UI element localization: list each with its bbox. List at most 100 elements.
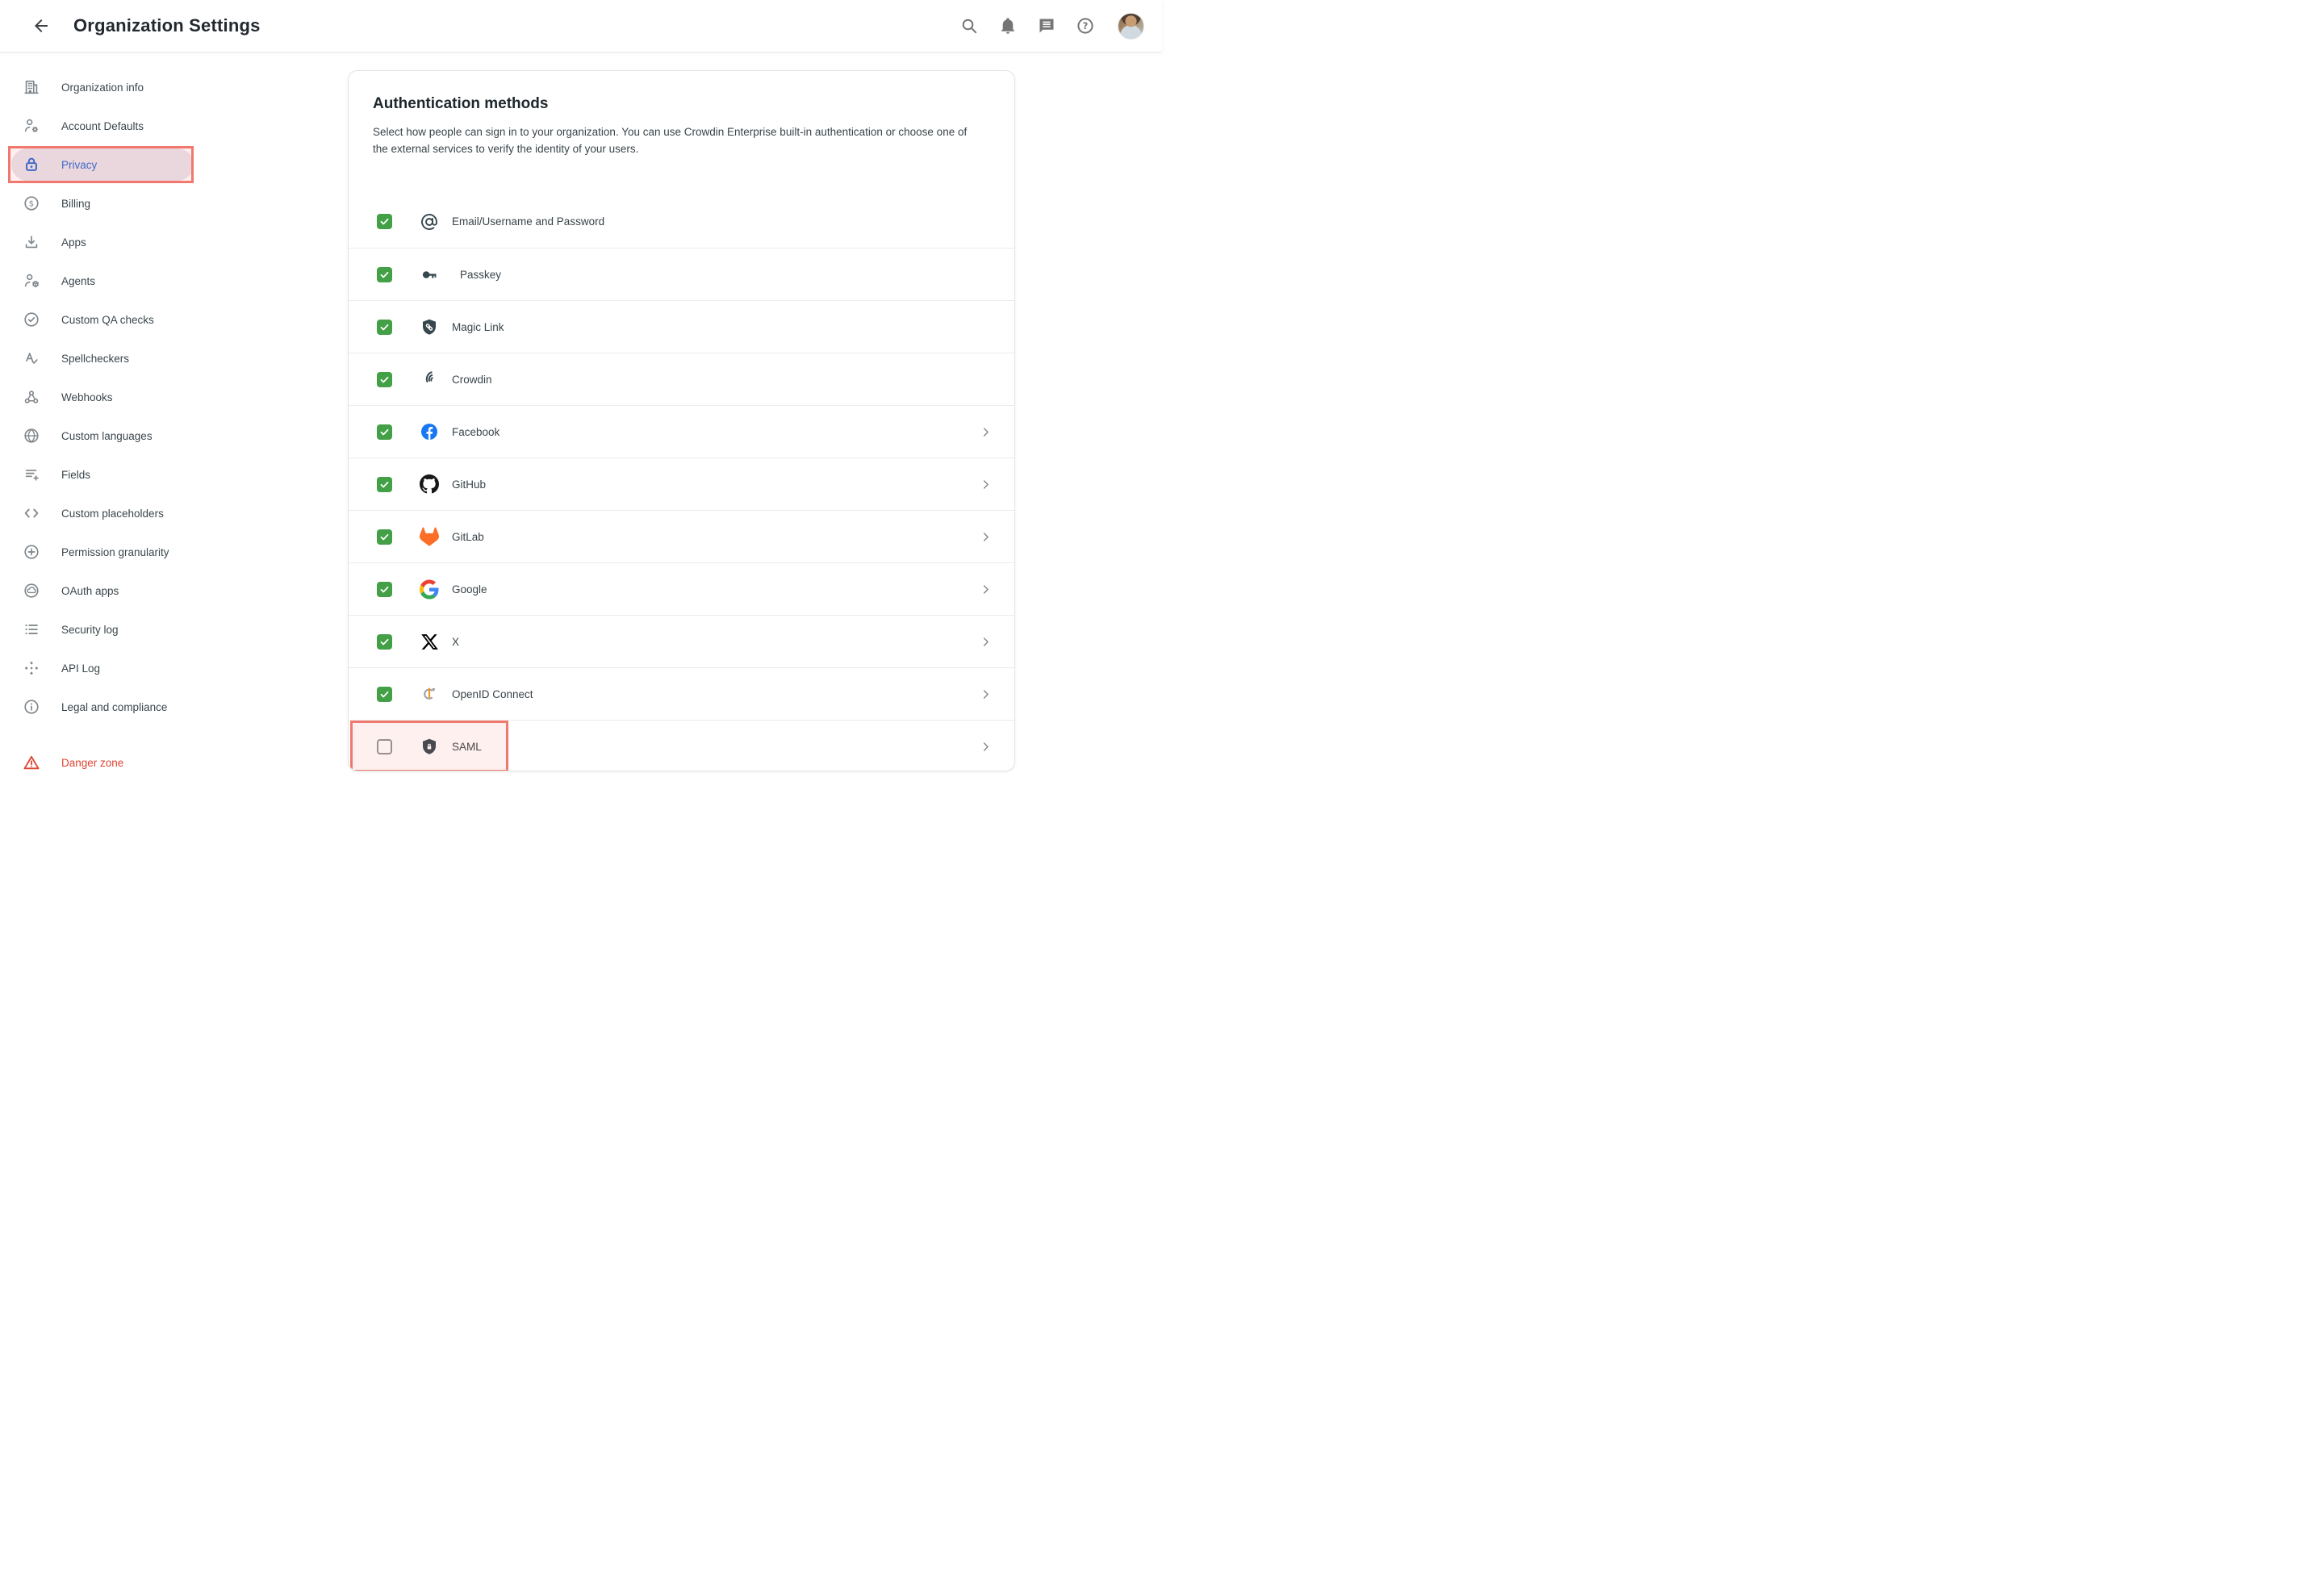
sidebar-item-organization-info[interactable]: Organization info (0, 68, 347, 107)
sidebar-item-webhooks[interactable]: Webhooks (0, 378, 347, 416)
sidebar-item-permission-granularity[interactable]: Permission granularity (0, 533, 347, 571)
sidebar-item-label: Webhooks (61, 391, 113, 403)
auth-row-openid-connect[interactable]: OpenID Connect (349, 667, 1014, 720)
person-gear-icon (22, 116, 41, 136)
sidebar-item-label: Apps (61, 236, 86, 249)
openid-logo-icon (420, 684, 439, 704)
diamonds-icon (22, 658, 41, 678)
authentication-methods-card: Authentication methods Select how people… (348, 70, 1015, 771)
list-plus-icon (22, 465, 41, 484)
magic-link-shield-icon (420, 317, 439, 336)
checkbox-facebook[interactable] (377, 424, 392, 440)
warning-triangle-icon (22, 753, 41, 772)
check-circle-icon (22, 310, 41, 329)
code-brackets-icon (22, 504, 41, 523)
topbar-actions: ? (959, 13, 1144, 40)
sidebar-item-privacy[interactable]: Privacy (0, 145, 347, 184)
auth-row-google[interactable]: Google (349, 562, 1014, 615)
chevron-right-icon (979, 740, 992, 753)
sidebar-item-label: Custom placeholders (61, 508, 164, 520)
page-title: Organization Settings (73, 15, 261, 36)
checkbox-gitlab[interactable] (377, 529, 392, 545)
sidebar-item-spellcheckers[interactable]: Spellcheckers (0, 339, 347, 378)
sidebar-item-label: Custom languages (61, 430, 153, 442)
passkey-key-icon (420, 265, 439, 284)
sidebar: Organization info Account DefaultsPrivacy… (0, 52, 347, 782)
auth-row-passkey[interactable]: Passkey (349, 248, 1014, 300)
sidebar-item-label: OAuth apps (61, 585, 119, 597)
help-icon[interactable]: ? (1076, 16, 1095, 36)
x-logo-icon (420, 632, 439, 651)
sidebar-item-danger-zone[interactable]: Danger zone (0, 743, 347, 782)
sidebar-item-fields[interactable]: Fields (0, 455, 347, 494)
chevron-right-icon (979, 583, 992, 596)
checkbox-github[interactable] (377, 477, 392, 492)
checkbox-passkey[interactable] (377, 267, 392, 282)
auth-method-label: Email/Username and Password (452, 215, 604, 228)
checkbox-google[interactable] (377, 582, 392, 597)
sidebar-item-legal-and-compliance[interactable]: Legal and compliance (0, 687, 347, 726)
auth-row-x[interactable]: X (349, 615, 1014, 667)
sidebar-item-custom-placeholders[interactable]: Custom placeholders (0, 494, 347, 533)
chevron-right-icon (979, 635, 992, 648)
sidebar-item-api-log[interactable]: API Log (0, 649, 347, 687)
top-app-bar: Organization Settings ? (0, 0, 1162, 52)
sidebar-item-label: Billing (61, 198, 90, 210)
auth-row-gitlab[interactable]: GitLab (349, 510, 1014, 562)
chat-icon[interactable] (1037, 16, 1056, 36)
checkbox-magic-link[interactable] (377, 320, 392, 335)
bullet-list-icon (22, 620, 41, 639)
search-icon[interactable] (959, 16, 979, 36)
auth-row-saml[interactable]: SAML (349, 720, 1014, 771)
sidebar-item-label: Fields (61, 469, 90, 481)
back-arrow-icon[interactable] (31, 15, 52, 36)
sidebar-item-label: Legal and compliance (61, 701, 167, 713)
sidebar-item-label: Custom QA checks (61, 314, 154, 326)
auth-row-magic-link[interactable]: Magic Link (349, 300, 1014, 353)
checkbox-saml[interactable] (377, 739, 392, 754)
avatar[interactable] (1118, 13, 1144, 40)
auth-row-crowdin[interactable]: Crowdin (349, 353, 1014, 405)
auth-method-label: Facebook (452, 426, 499, 438)
sidebar-item-label: Security log (61, 624, 119, 636)
card-description: Select how people can sign in to your or… (373, 124, 982, 157)
globe-icon (22, 426, 41, 445)
cloud-circle-icon (22, 581, 41, 600)
sidebar-item-oauth-apps[interactable]: OAuth apps (0, 571, 347, 610)
chevron-right-icon (979, 425, 992, 438)
building-icon (22, 77, 41, 97)
auth-method-label: Magic Link (452, 321, 504, 333)
plus-circle-icon (22, 542, 41, 562)
google-logo-icon (420, 579, 439, 599)
sidebar-item-billing[interactable]: $ Billing (0, 184, 347, 223)
checkbox-x[interactable] (377, 634, 392, 650)
sidebar-item-custom-languages[interactable]: Custom languages (0, 416, 347, 455)
sidebar-item-label: Danger zone (61, 757, 123, 769)
sidebar-item-label: Agents (61, 275, 95, 287)
auth-row-facebook[interactable]: Facebook (349, 405, 1014, 458)
auth-row-github[interactable]: GitHub (349, 458, 1014, 510)
facebook-logo-icon (420, 422, 439, 441)
github-logo-icon (420, 474, 439, 494)
checkbox-crowdin[interactable] (377, 372, 392, 387)
svg-text:?: ? (1083, 20, 1089, 31)
card-title: Authentication methods (373, 95, 1014, 113)
crowdin-logo-icon (420, 370, 439, 389)
person-cube-icon (22, 271, 41, 290)
sidebar-item-agents[interactable]: Agents (0, 261, 347, 300)
bell-icon[interactable] (998, 16, 1018, 36)
sidebar-item-label: Organization info (61, 81, 144, 94)
sidebar-item-apps[interactable]: Apps (0, 223, 347, 261)
lock-icon (22, 155, 41, 174)
sidebar-item-account-defaults[interactable]: Account Defaults (0, 107, 347, 145)
auth-method-label: SAML (452, 741, 482, 753)
auth-row-email-username-and-password[interactable]: Email/Username and Password (349, 195, 1014, 248)
sidebar-item-custom-qa-checks[interactable]: Custom QA checks (0, 300, 347, 339)
checkbox-email-username-and-password[interactable] (377, 214, 392, 229)
dollar-circle-icon: $ (22, 194, 41, 213)
sidebar-item-security-log[interactable]: Security log (0, 610, 347, 649)
spellcheck-icon (22, 349, 41, 368)
checkbox-openid-connect[interactable] (377, 687, 392, 702)
auth-method-list: Email/Username and Password Passkey Magic … (349, 195, 1014, 771)
auth-method-label: OpenID Connect (452, 688, 533, 700)
